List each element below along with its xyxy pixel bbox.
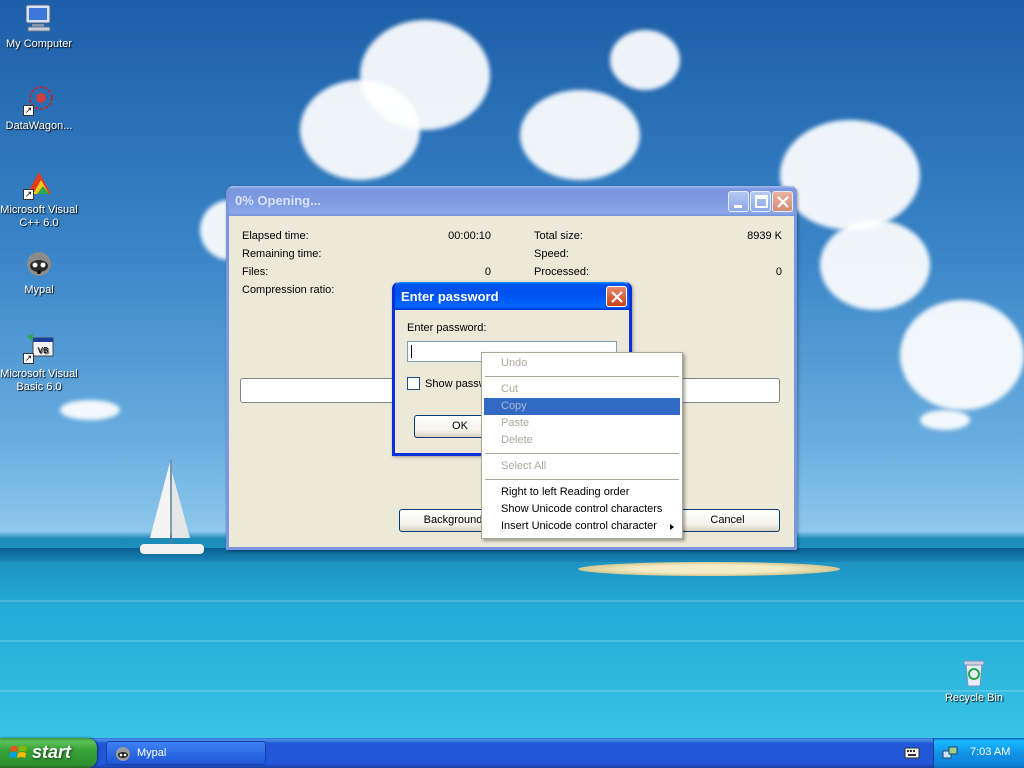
- sand-island: [578, 562, 840, 576]
- menu-item-insert-unicode-control[interactable]: Insert Unicode control character: [484, 518, 680, 535]
- taskbar-item-mypal[interactable]: Mypal: [106, 741, 266, 765]
- desktop-icon-my-computer[interactable]: My Computer: [0, 2, 79, 51]
- text-caret: [411, 345, 412, 358]
- cloud: [300, 80, 420, 180]
- recycle-bin-icon: [958, 656, 990, 688]
- password-field-label: Enter password:: [407, 322, 487, 334]
- cloud: [780, 120, 920, 230]
- desktop-icon-visual-cpp[interactable]: ↗ Microsoft Visual C++ 6.0: [0, 168, 79, 230]
- compression-ratio-label: Compression ratio:: [242, 284, 335, 296]
- desktop-icon-mypal[interactable]: Mypal: [0, 248, 79, 297]
- menu-item-paste[interactable]: Paste: [484, 415, 680, 432]
- files-label: Files:: [242, 266, 269, 278]
- cloud: [520, 90, 640, 180]
- submenu-arrow-icon: [670, 524, 674, 530]
- svg-text:VB: VB: [38, 346, 49, 355]
- desktop-icon-label: Microsoft Visual Basic 6.0: [0, 368, 78, 393]
- cloud: [920, 410, 970, 430]
- shortcut-arrow-icon: ↗: [23, 353, 34, 364]
- taskbar-item-label: Mypal: [137, 747, 167, 759]
- close-icon: [611, 291, 623, 303]
- menu-item-copy[interactable]: Copy: [484, 398, 680, 415]
- elapsed-time-value: 00:00:10: [448, 230, 491, 242]
- menu-item-delete[interactable]: Delete: [484, 432, 680, 449]
- taskbar: start Mypal 7:03 AM: [0, 738, 1024, 768]
- close-button[interactable]: [772, 191, 793, 212]
- clock[interactable]: 7:03 AM: [970, 746, 1010, 758]
- context-menu: Undo Cut Copy Paste Delete Select All Ri…: [481, 352, 683, 539]
- visual-cpp-icon: ↗: [23, 168, 55, 200]
- datawagon-icon: ↗: [23, 84, 55, 116]
- maximize-button[interactable]: [750, 191, 771, 212]
- files-value: 0: [484, 266, 491, 278]
- menu-item-select-all[interactable]: Select All: [484, 458, 680, 475]
- start-label: start: [32, 742, 72, 762]
- sea-ripple: [0, 640, 1024, 642]
- total-size-label: Total size:: [534, 230, 583, 242]
- menu-item-show-unicode-control[interactable]: Show Unicode control characters: [484, 501, 680, 518]
- desktop-icon-label: Microsoft Visual C++ 6.0: [0, 204, 78, 229]
- shortcut-arrow-icon: ↗: [23, 189, 34, 200]
- remaining-time-label: Remaining time:: [242, 248, 322, 260]
- visual-basic-icon: VB ↗: [23, 332, 55, 364]
- my-computer-icon: [23, 2, 55, 34]
- cloud: [60, 400, 120, 420]
- cloud: [820, 220, 930, 310]
- system-tray: 7:03 AM: [933, 738, 1024, 768]
- sailboat: [140, 460, 204, 554]
- menu-item-rtl-reading-order[interactable]: Right to left Reading order: [484, 484, 680, 501]
- minimize-icon: [734, 205, 742, 208]
- shortcut-arrow-icon: ↗: [23, 105, 34, 116]
- processed-label: Processed:: [534, 266, 590, 278]
- desktop-icon-recycle-bin[interactable]: Recycle Bin: [934, 656, 1014, 705]
- mypal-raccoon-icon: [23, 248, 55, 280]
- desktop-icon-label: Mypal: [24, 284, 54, 296]
- desktop-icon-visual-basic[interactable]: VB ↗ Microsoft Visual Basic 6.0: [0, 332, 79, 394]
- total-size-value: 8939 K: [747, 230, 782, 242]
- speed-label: Speed:: [534, 248, 569, 260]
- password-dialog-titlebar[interactable]: Enter password: [395, 282, 629, 310]
- start-button[interactable]: start: [0, 738, 97, 768]
- desktop-icon-label: DataWagon...: [5, 120, 73, 132]
- menu-item-undo[interactable]: Undo: [484, 355, 680, 372]
- sea-ripple: [0, 690, 1024, 692]
- keyboard-icon[interactable]: [904, 746, 920, 760]
- password-dialog-title: Enter password: [401, 289, 499, 304]
- dialog-close-button[interactable]: [606, 286, 627, 307]
- show-password-checkbox[interactable]: [407, 377, 420, 390]
- close-icon: [777, 196, 789, 208]
- menu-separator: [485, 479, 679, 480]
- desktop-icon-datawagon[interactable]: ↗ DataWagon...: [0, 84, 79, 133]
- menu-item-cut[interactable]: Cut: [484, 381, 680, 398]
- network-icon[interactable]: [942, 745, 958, 761]
- cloud: [900, 300, 1024, 410]
- cancel-button[interactable]: Cancel: [675, 509, 780, 532]
- sea-ripple: [0, 600, 1024, 602]
- progress-window-titlebar[interactable]: 0% Opening...: [229, 186, 794, 216]
- menu-separator: [485, 453, 679, 454]
- menu-separator: [485, 376, 679, 377]
- windows-logo-icon: [9, 746, 27, 758]
- minimize-button[interactable]: [728, 191, 749, 212]
- progress-window-title: 0% Opening...: [235, 193, 321, 208]
- cloud: [610, 30, 680, 90]
- desktop-icon-label: Recycle Bin: [944, 692, 1004, 704]
- processed-value: 0: [775, 266, 782, 278]
- maximize-icon: [755, 195, 768, 208]
- elapsed-time-label: Elapsed time:: [242, 230, 309, 242]
- desktop-icon-label: My Computer: [5, 38, 73, 50]
- mypal-raccoon-icon: [116, 747, 130, 761]
